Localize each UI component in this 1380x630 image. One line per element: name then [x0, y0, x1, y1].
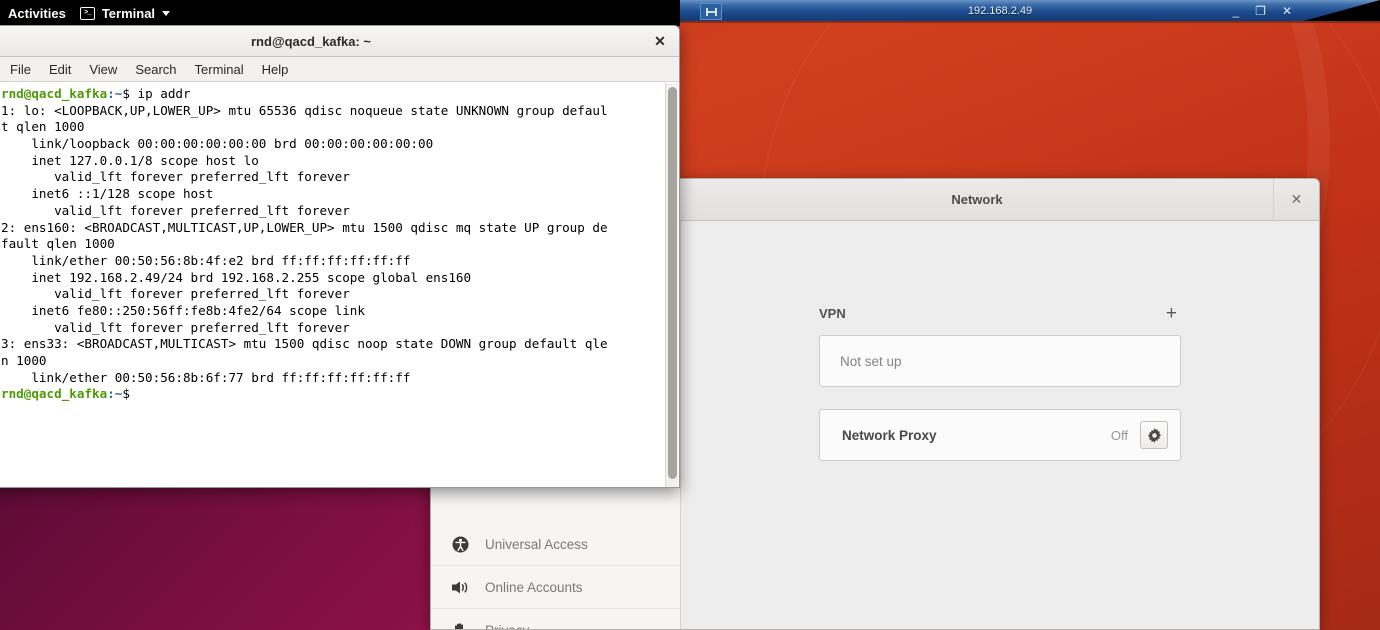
sidebar-label: Online Accounts: [485, 579, 583, 595]
terminal-scrollbar-thumb[interactable]: [668, 87, 677, 479]
sidebar-item-universal-access[interactable]: Universal Access: [431, 523, 680, 566]
minimize-button[interactable]: _: [1232, 5, 1239, 17]
menu-file[interactable]: File: [1, 62, 40, 77]
terminal-titlebar: rnd@qacd_kafka: ~ ✕: [0, 26, 679, 57]
sidebar-item-online-accounts[interactable]: Online Accounts: [431, 566, 680, 609]
activities-button[interactable]: Activities: [8, 6, 66, 21]
menu-view[interactable]: View: [80, 62, 126, 77]
remote-viewer-separator: [620, 21, 1380, 23]
vpn-title: VPN: [819, 305, 846, 321]
vpn-status-row[interactable]: Not set up: [819, 335, 1181, 387]
network-proxy-label: Network Proxy: [842, 427, 937, 443]
chevron-down-icon: [162, 10, 171, 16]
pin-icon[interactable]: [700, 3, 722, 20]
remote-viewer-window-buttons: _ ❐ ✕: [1232, 0, 1292, 22]
terminal-scrollbar[interactable]: [665, 83, 678, 487]
network-proxy-state: Off: [1110, 427, 1128, 443]
terminal-title: rnd@qacd_kafka: ~: [251, 33, 371, 49]
terminal-icon: >_: [79, 6, 95, 20]
menu-search[interactable]: Search: [126, 62, 185, 77]
gear-icon[interactable]: [1140, 421, 1168, 449]
terminal-output: rnd@qacd_kafka:~$ ip addr 1: lo: <LOOPBAC…: [1, 86, 608, 402]
online-accounts-icon: [451, 580, 469, 595]
terminal-screen[interactable]: rnd@qacd_kafka:~$ ip addr 1: lo: <LOOPBAC…: [0, 82, 679, 487]
terminal-window: rnd@qacd_kafka: ~ ✕ File Edit View Searc…: [0, 25, 680, 488]
remote-viewer-titlebar: 192.168.2.49 _ ❐ ✕: [620, 0, 1380, 22]
universal-access-icon: [451, 536, 469, 553]
menu-terminal[interactable]: Terminal: [186, 62, 253, 77]
sidebar-label: Universal Access: [485, 536, 588, 552]
close-button[interactable]: ✕: [1282, 5, 1292, 17]
sidebar-item-privacy[interactable]: Privacy: [431, 609, 680, 629]
vpn-status-text: Not set up: [840, 353, 902, 369]
menu-edit[interactable]: Edit: [40, 62, 80, 77]
network-proxy-row[interactable]: Network Proxy Off: [819, 409, 1181, 461]
app-menu-terminal[interactable]: >_ Terminal: [79, 5, 171, 21]
gnome-top-bar: Activities >_ Terminal: [0, 0, 680, 26]
terminal-menubar: File Edit View Search Terminal Help: [0, 57, 679, 82]
vpn-section-header: VPN +: [819, 301, 1181, 325]
network-close-button[interactable]: ✕: [1273, 179, 1319, 221]
sidebar-label: Privacy: [485, 623, 529, 630]
vpn-section: VPN + Not set up Network Proxy Off: [819, 301, 1181, 461]
add-vpn-button[interactable]: +: [1162, 304, 1181, 323]
restore-button[interactable]: ❐: [1255, 5, 1266, 17]
terminal-close-button[interactable]: ✕: [641, 26, 679, 57]
menu-help[interactable]: Help: [253, 62, 298, 77]
app-menu-label: Terminal: [101, 5, 156, 21]
activities-label: Activities: [8, 5, 66, 21]
screen: 192.168.2.49 _ ❐ ✕ Activities >_ Termina…: [0, 0, 1380, 630]
network-main-panel: VPN + Not set up Network Proxy Off: [681, 221, 1319, 629]
privacy-hand-icon: [451, 622, 469, 629]
